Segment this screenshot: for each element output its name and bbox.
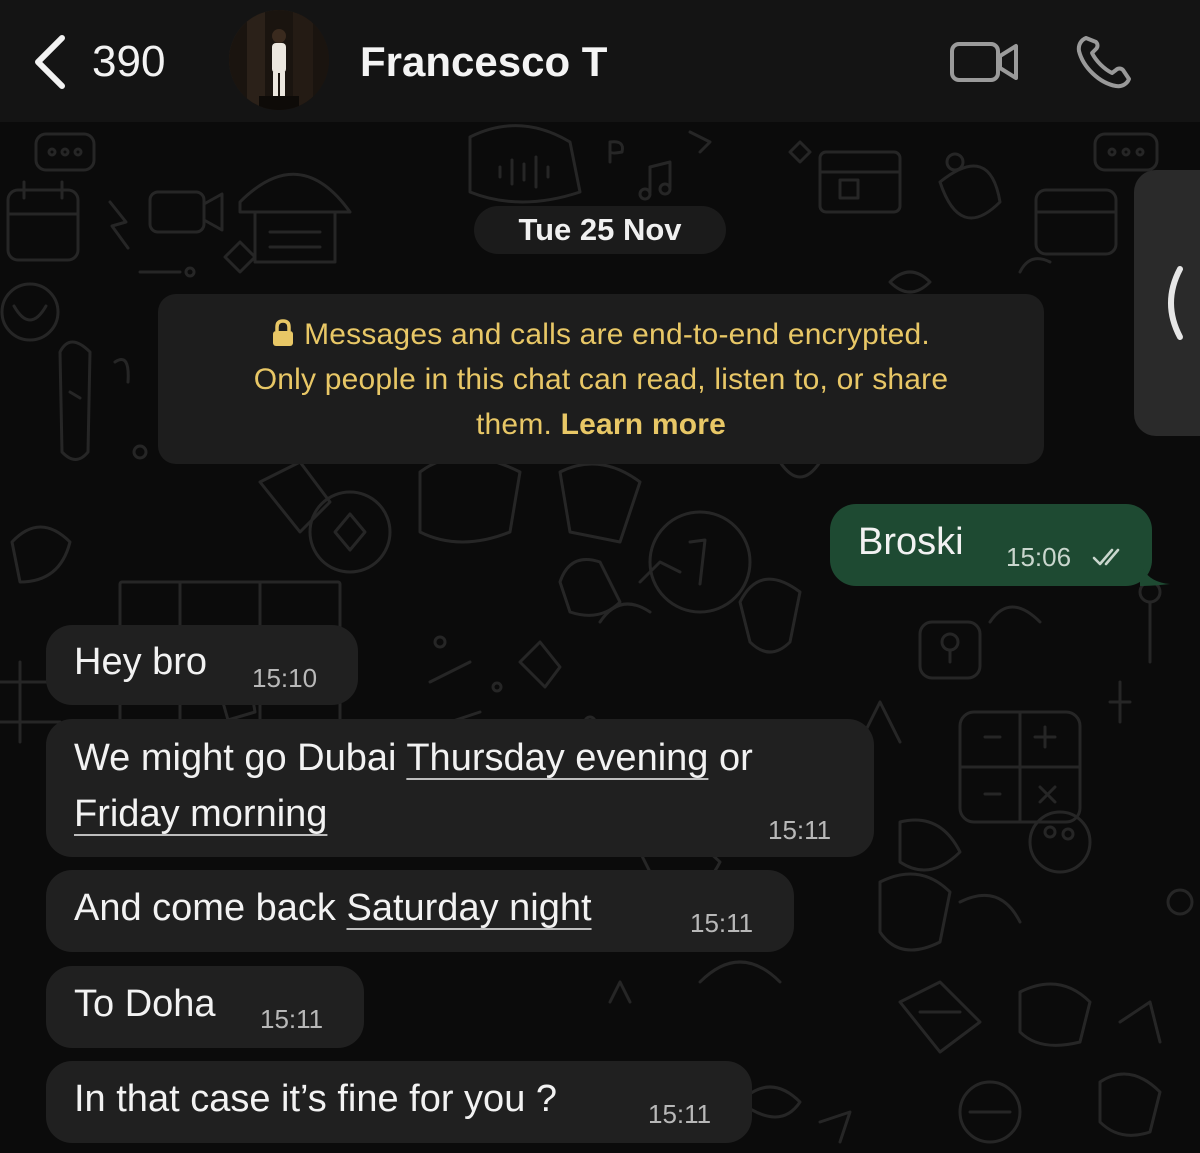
double-check-icon — [1092, 548, 1120, 566]
message-incoming[interactable]: Hey bro 15:10 — [46, 625, 358, 705]
chat-header: 390 Francesco T — [0, 0, 1200, 122]
message-outgoing[interactable]: Broski 15:06 — [830, 504, 1152, 586]
message-text: And come back Saturday night — [74, 887, 592, 930]
side-panel-handle[interactable] — [1134, 170, 1200, 436]
video-camera-icon — [950, 42, 1018, 82]
message-text-part: And come back — [74, 887, 347, 929]
message-text: In that case it’s fine for you ? — [74, 1078, 558, 1120]
date-link-thursday-evening[interactable]: Thursday evening — [406, 737, 708, 779]
message-time: 15:06 — [1006, 542, 1072, 572]
message-text: Hey bro — [74, 641, 208, 683]
back-button[interactable]: 390 — [30, 30, 180, 94]
message-text-part: We might go Dubai — [74, 737, 407, 779]
message-incoming[interactable]: In that case it’s fine for you ? 15:11 — [46, 1061, 752, 1143]
message-time: 15:11 — [690, 908, 754, 938]
encryption-line-2: Only people in this chat can read, liste… — [253, 363, 949, 396]
encryption-notice[interactable]: Messages and calls are end-to-end encryp… — [158, 294, 1044, 464]
voice-call-button[interactable] — [1070, 34, 1140, 90]
encryption-line-3: them. Learn more — [188, 402, 1014, 447]
encryption-line-1: Messages and calls are end-to-end encryp… — [188, 312, 1014, 357]
message-text-line-1: We might go Dubai Thursday evening or — [74, 737, 753, 780]
message-time: 15:11 — [648, 1099, 712, 1129]
message-time: 15:10 — [252, 663, 318, 693]
lock-icon — [273, 319, 294, 346]
phone-icon — [1076, 36, 1131, 89]
message-time: 15:11 — [768, 815, 832, 845]
learn-more-link[interactable]: Learn more — [561, 408, 726, 441]
chevron-left-icon — [35, 35, 65, 89]
message-text: To Doha — [74, 983, 216, 1025]
bubble-tail — [1140, 562, 1170, 586]
unread-count: 390 — [92, 37, 166, 86]
date-link-friday-morning[interactable]: Friday morning — [74, 793, 327, 835]
message-text-part: or — [708, 737, 753, 779]
date-separator: Tue 25 Nov — [474, 206, 726, 254]
chat-area[interactable]: Tue 25 Nov Messages and calls are end-to… — [0, 122, 1200, 1153]
message-incoming[interactable]: We might go Dubai Thursday evening or Fr… — [46, 719, 874, 857]
encryption-line-3-text: them. — [476, 408, 553, 441]
message-time: 15:11 — [260, 1004, 324, 1034]
avatar[interactable] — [229, 10, 329, 110]
contact-name[interactable]: Francesco T — [360, 38, 607, 86]
message-text: Broski — [858, 521, 964, 563]
encryption-line-1-text: Messages and calls are end-to-end encryp… — [304, 318, 930, 351]
avatar-photo — [229, 10, 329, 110]
message-incoming[interactable]: To Doha 15:11 — [46, 966, 364, 1048]
video-call-button[interactable] — [948, 34, 1022, 90]
date-link-saturday-night[interactable]: Saturday night — [346, 887, 591, 929]
message-incoming[interactable]: And come back Saturday night 15:11 — [46, 870, 794, 952]
chevron-left-tab-icon — [1168, 266, 1183, 340]
message-text-line-2: Friday morning — [74, 793, 327, 836]
